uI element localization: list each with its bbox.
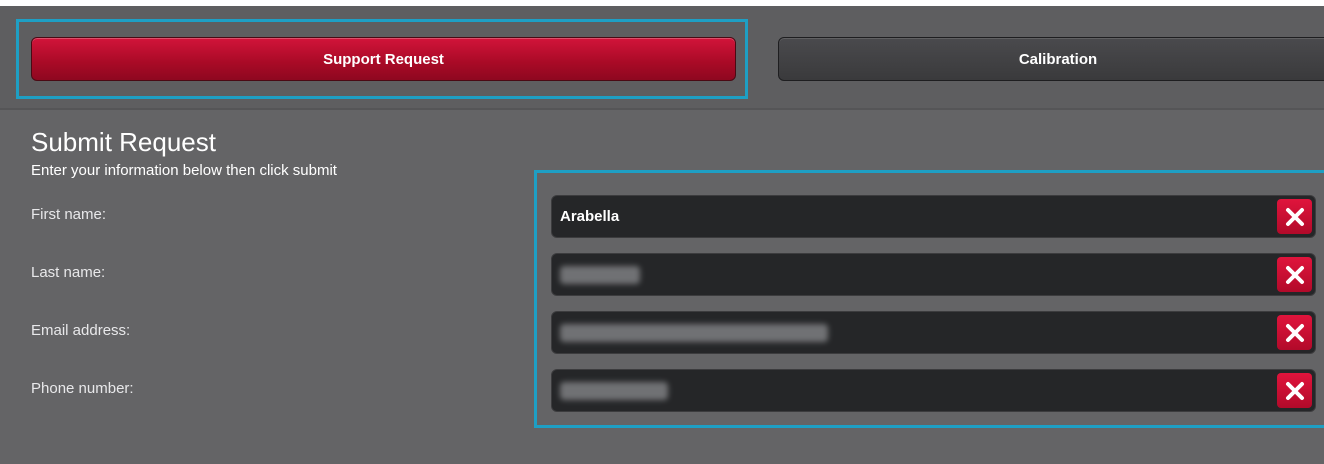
- last-name-label: Last name:: [31, 264, 106, 281]
- close-icon: [1285, 381, 1304, 400]
- first-name-value: Arabella: [560, 208, 620, 225]
- phone-label: Phone number:: [31, 380, 134, 397]
- tab-support-request[interactable]: Support Request: [31, 37, 736, 81]
- first-name-label: First name:: [31, 206, 107, 223]
- last-name-redacted-value: [560, 266, 640, 284]
- close-icon: [1285, 323, 1304, 342]
- first-name-clear-button[interactable]: [1277, 199, 1312, 234]
- phone-field[interactable]: [551, 369, 1316, 412]
- phone-redacted-value: [560, 382, 668, 400]
- last-name-field[interactable]: [551, 253, 1316, 296]
- last-name-clear-button[interactable]: [1277, 257, 1312, 292]
- tab-calibration[interactable]: Calibration: [778, 37, 1324, 81]
- close-icon: [1285, 265, 1304, 284]
- email-field[interactable]: [551, 311, 1316, 354]
- email-clear-button[interactable]: [1277, 315, 1312, 350]
- email-redacted-value: [560, 324, 828, 342]
- page-subtitle: Enter your information below then click …: [31, 162, 337, 179]
- page-title: Submit Request: [31, 127, 216, 157]
- phone-clear-button[interactable]: [1277, 373, 1312, 408]
- close-icon: [1285, 207, 1304, 226]
- first-name-field[interactable]: Arabella: [551, 195, 1316, 238]
- email-label: Email address:: [31, 322, 131, 339]
